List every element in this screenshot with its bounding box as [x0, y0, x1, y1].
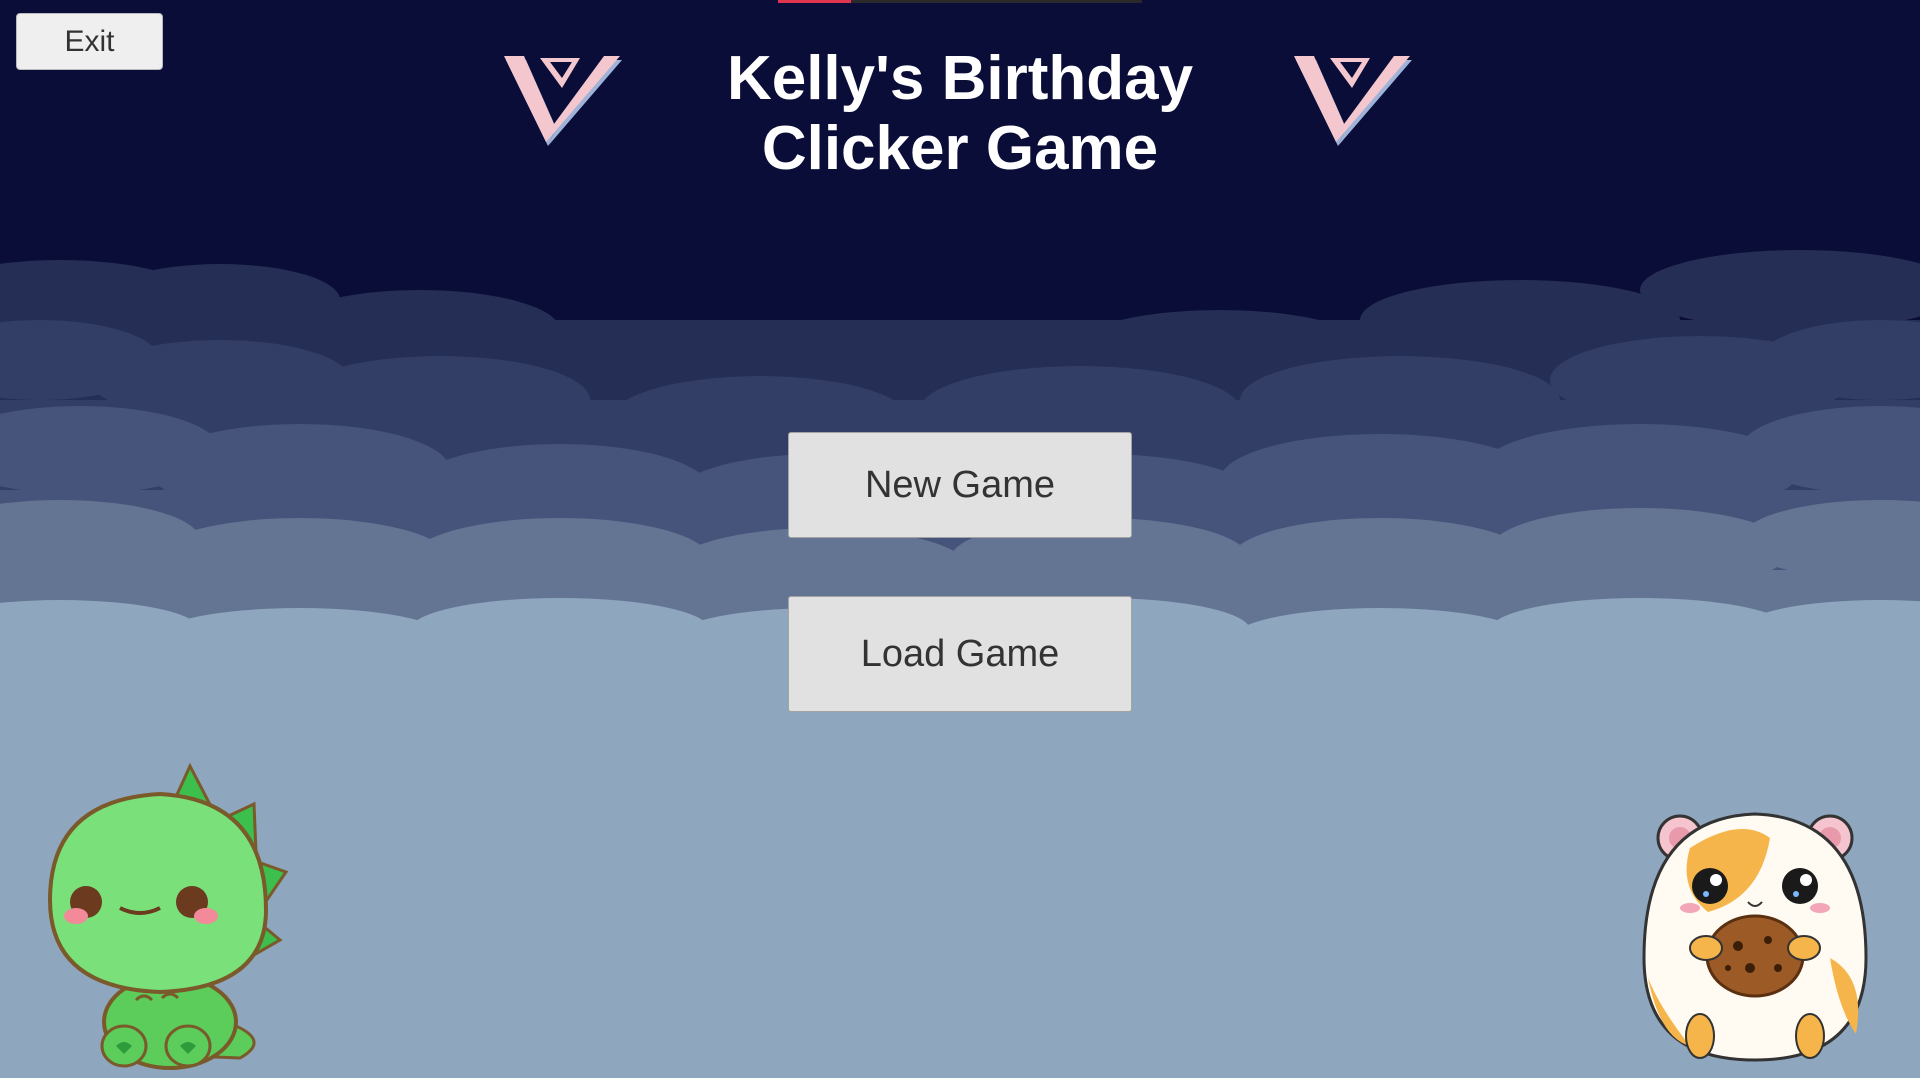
new-game-label: New Game	[864, 463, 1056, 506]
new-game-button[interactable]: New Game	[788, 432, 1132, 538]
game-scene: Exit Kelly's Birthday Clicker Game New G…	[0, 0, 1920, 1078]
seventeen-logo-icon	[504, 56, 622, 146]
game-title: Kelly's Birthday Clicker Game	[660, 44, 1260, 184]
exit-button-label: Exit	[64, 24, 115, 58]
title-line-2: Clicker Game	[761, 114, 1159, 183]
seventeen-logo-icon	[1294, 56, 1412, 146]
exit-button[interactable]: Exit	[16, 13, 163, 70]
loading-bar	[778, 0, 1142, 3]
load-game-button[interactable]: Load Game	[788, 596, 1132, 712]
hamster-with-cookie-icon	[1642, 812, 1868, 1062]
loading-bar-fill	[778, 0, 851, 3]
green-dinosaur-icon	[47, 762, 289, 1070]
load-game-label: Load Game	[860, 632, 1060, 675]
title-line-1: Kelly's Birthday	[726, 44, 1194, 113]
